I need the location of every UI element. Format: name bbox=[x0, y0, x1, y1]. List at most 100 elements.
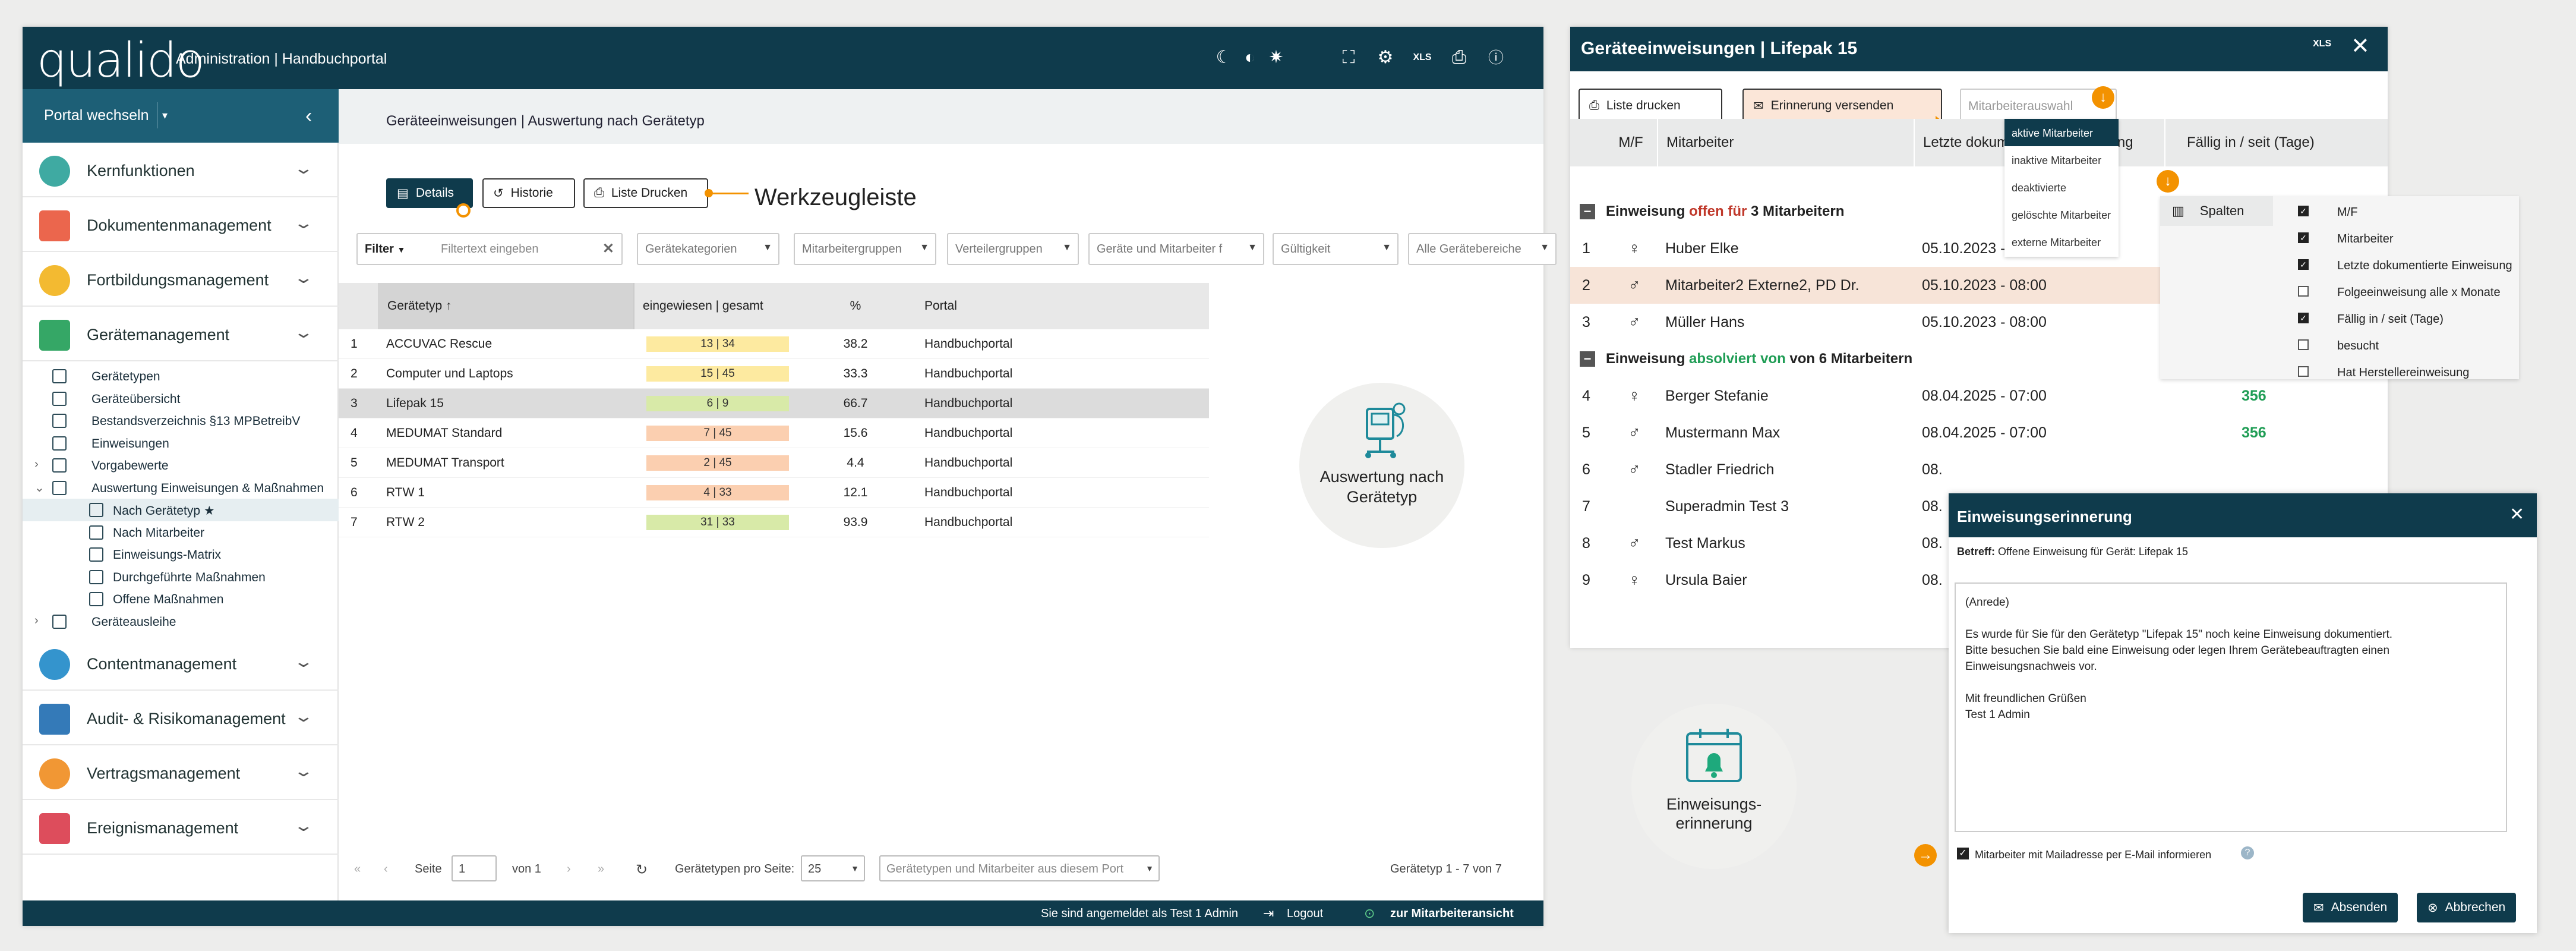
close-icon[interactable]: ✕ bbox=[2509, 504, 2524, 525]
sidebar-item[interactable]: Einweisungen bbox=[23, 432, 339, 455]
expand-icon[interactable]: ⌄ bbox=[34, 480, 45, 495]
filter-box[interactable]: Filter ▼ Filtertext eingeben ✕ bbox=[356, 233, 623, 265]
row-devicetype[interactable]: Lifepak 15 bbox=[386, 389, 636, 418]
filter-select[interactable]: Gerätekategorien ▼ bbox=[637, 233, 779, 265]
portal-switch-label[interactable]: Portal wechseln bbox=[44, 107, 149, 124]
sidebar-item[interactable]: Nach Mitarbeiter bbox=[23, 521, 339, 544]
table-row[interactable]: 2 Computer und Laptops 15 | 45 33.3 Handbuch… bbox=[339, 359, 1209, 389]
table-row[interactable]: 6 RTW 1 4 | 33 12.1 Handbuchportal bbox=[339, 478, 1209, 508]
last-page-icon[interactable]: » bbox=[598, 862, 604, 876]
employee-row[interactable]: 6 ♂ Stadler Friedrich 08. bbox=[1570, 451, 2360, 488]
close-icon[interactable]: ✕ bbox=[2351, 33, 2370, 59]
help-icon[interactable]: ? bbox=[2241, 846, 2254, 859]
row-devicetype[interactable]: MEDUMAT Transport bbox=[386, 448, 636, 477]
sidebar-item[interactable]: › Geräteausleihe bbox=[23, 610, 339, 633]
row-devicetype[interactable]: RTW 2 bbox=[386, 508, 636, 537]
sidebar-item[interactable]: Geräteübersicht bbox=[23, 388, 339, 410]
dropdown-option[interactable]: deaktivierte bbox=[2004, 174, 2119, 201]
sidebar-item[interactable]: Offene Maßnahmen bbox=[23, 588, 339, 610]
sidebar-item[interactable]: Einweisungs-Matrix bbox=[23, 543, 339, 566]
table-row[interactable]: 5 MEDUMAT Transport 2 | 45 4.4 Handbuchporta… bbox=[339, 448, 1209, 478]
dropdown-option[interactable]: externe Mitarbeiter bbox=[2004, 228, 2119, 256]
collapse-group-icon[interactable]: − bbox=[1580, 351, 1595, 367]
dropdown-option[interactable]: inaktive Mitarbeiter bbox=[2004, 146, 2119, 174]
refresh-icon[interactable]: ↻ bbox=[636, 861, 648, 878]
next-page-icon[interactable]: › bbox=[567, 862, 571, 876]
column-checkbox[interactable] bbox=[2298, 286, 2309, 297]
col-eingewiesen[interactable]: eingewiesen | gesamt bbox=[636, 283, 797, 329]
column-option[interactable]: ✓ M/F bbox=[2286, 199, 2519, 225]
fullscreen-icon[interactable]: ⛶ bbox=[1336, 45, 1362, 71]
filter-select[interactable]: Geräte und Mitarbeiter f ▼ bbox=[1088, 233, 1264, 265]
column-checkbox[interactable] bbox=[2298, 339, 2309, 350]
print-list-button[interactable]: ⎙ Liste Drucken bbox=[583, 178, 708, 208]
column-option[interactable]: Hat Herstellereinweisung bbox=[2286, 359, 2519, 386]
sidebar-item[interactable]: ⌄ Auswertung Einweisungen & Maßnahmen bbox=[23, 477, 339, 499]
sidebar-section[interactable]: Ereignismanagement ⌄ bbox=[23, 800, 339, 855]
send-reminder-button[interactable]: ✉ Erinnerung versenden bbox=[1742, 89, 1942, 123]
historie-button[interactable]: ↺ Historie bbox=[482, 178, 575, 208]
scope-select[interactable]: Gerätetypen und Mitarbeiter aus diesem P… bbox=[879, 855, 1160, 881]
row-devicetype[interactable]: RTW 1 bbox=[386, 478, 636, 507]
sidebar-section[interactable]: Contentmanagement ⌄ bbox=[23, 636, 339, 691]
table-row[interactable]: 7 RTW 2 31 | 33 93.9 Handbuchportal bbox=[339, 508, 1209, 537]
dropdown-option[interactable]: gelöschte Mitarbeiter bbox=[2004, 201, 2119, 228]
notify-checkbox[interactable]: ✓ bbox=[1957, 848, 1969, 859]
employee-view-link[interactable]: zur Mitarbeiteransicht bbox=[1390, 907, 1514, 921]
column-option[interactable]: ✓ Fällig in / seit (Tage) bbox=[2286, 306, 2519, 332]
portal-switch-bar[interactable]: Portal wechseln ▾ ‹ bbox=[23, 89, 339, 143]
col-mitarbeiter[interactable]: Mitarbeiter bbox=[1657, 119, 1912, 166]
expand-icon[interactable]: › bbox=[34, 614, 39, 628]
column-checkbox[interactable]: ✓ bbox=[2298, 232, 2309, 243]
print-list-button[interactable]: ⎙ Liste drucken bbox=[1579, 89, 1722, 123]
table-row[interactable]: 3 Lifepak 15 6 | 9 66.7 Handbuchportal bbox=[339, 389, 1209, 418]
chevron-left-icon[interactable]: ‹ bbox=[305, 105, 312, 128]
table-row[interactable]: 4 MEDUMAT Standard 7 | 45 15.6 Handbuchporta… bbox=[339, 418, 1209, 448]
col-faellig[interactable]: Fällig in / seit (Tage) bbox=[2164, 119, 2337, 166]
col-percent[interactable]: % bbox=[797, 283, 914, 329]
gear-icon[interactable]: ⚙ bbox=[1372, 45, 1399, 71]
filter-select[interactable]: Alle Gerätebereiche ▼ bbox=[1408, 233, 1557, 265]
xlsx-icon[interactable]: XLS bbox=[1409, 45, 1435, 71]
column-option[interactable]: Folgeeinweisung alle x Monate bbox=[2286, 279, 2519, 306]
employee-view-icon[interactable]: ⊙ bbox=[1364, 906, 1375, 921]
sidebar-item[interactable]: Bestandsverzeichnis §13 MPBetreibV bbox=[23, 410, 339, 432]
xlsx-icon[interactable]: XLS bbox=[2313, 39, 2331, 49]
filter-input[interactable]: Filtertext eingeben bbox=[441, 243, 539, 256]
row-devicetype[interactable]: Computer und Laptops bbox=[386, 359, 636, 388]
col-mf[interactable]: M/F bbox=[1606, 119, 1656, 166]
col-geraetetyp[interactable]: Gerätetyp ↑ bbox=[378, 283, 634, 329]
sidebar-item[interactable]: Nach Gerätetyp ★ bbox=[23, 499, 339, 521]
sidebar-section[interactable]: Kernfunktionen ⌄ bbox=[23, 143, 339, 197]
per-page-select[interactable]: 25 ▼ bbox=[801, 855, 865, 881]
sidebar-item[interactable]: Durchgeführte Maßnahmen bbox=[23, 566, 339, 588]
logout-icon[interactable]: ⇥ bbox=[1263, 906, 1274, 921]
contrast-icon[interactable]: ◐ bbox=[1237, 45, 1263, 71]
sidebar-section[interactable]: Audit- & Risikomanagement ⌄ bbox=[23, 691, 339, 745]
column-checkbox[interactable]: ✓ bbox=[2298, 206, 2309, 216]
send-button[interactable]: ✉ Absenden bbox=[2303, 893, 2398, 922]
filter-select[interactable]: Mitarbeitergruppen ▼ bbox=[794, 233, 936, 265]
dropdown-option[interactable]: aktive Mitarbeiter bbox=[2004, 119, 2119, 146]
column-option[interactable]: ✓ Letzte dokumentierte Einweisung bbox=[2286, 252, 2519, 279]
column-checkbox[interactable]: ✓ bbox=[2298, 259, 2309, 270]
print-icon[interactable]: ⎙ bbox=[1446, 45, 1472, 71]
collapse-group-icon[interactable]: − bbox=[1580, 204, 1595, 219]
clear-icon[interactable]: ✕ bbox=[602, 240, 614, 257]
employee-row[interactable]: 5 ♂ Mustermann Max 08.04.2025 - 07:00 356 bbox=[1570, 414, 2360, 451]
logout-link[interactable]: Logout bbox=[1287, 907, 1323, 921]
spalten-button[interactable]: ▥ Spalten bbox=[2160, 196, 2273, 226]
employee-row[interactable]: 4 ♀ Berger Stefanie 08.04.2025 - 07:00 356 bbox=[1570, 377, 2360, 414]
column-option[interactable]: besucht bbox=[2286, 332, 2519, 359]
prev-page-icon[interactable]: ‹ bbox=[384, 862, 388, 876]
reminder-body-textarea[interactable]: (Anrede) Es wurde für Sie für den Geräte… bbox=[1955, 582, 2507, 832]
sidebar-item[interactable]: › Vorgabewerte bbox=[23, 454, 339, 477]
sun-icon[interactable]: ✷ bbox=[1263, 45, 1289, 71]
sidebar-section[interactable]: Fortbildungsmanagement ⌄ bbox=[23, 252, 339, 307]
row-devicetype[interactable]: ACCUVAC Rescue bbox=[386, 329, 636, 358]
sidebar-section[interactable]: Gerätemanagement ⌄ bbox=[23, 307, 339, 361]
filter-select[interactable]: Verteilergruppen ▼ bbox=[947, 233, 1079, 265]
expand-icon[interactable]: › bbox=[34, 458, 39, 471]
sidebar-section[interactable]: Dokumentenmanagement ⌄ bbox=[23, 197, 339, 252]
col-portal[interactable]: Portal bbox=[915, 283, 1209, 329]
